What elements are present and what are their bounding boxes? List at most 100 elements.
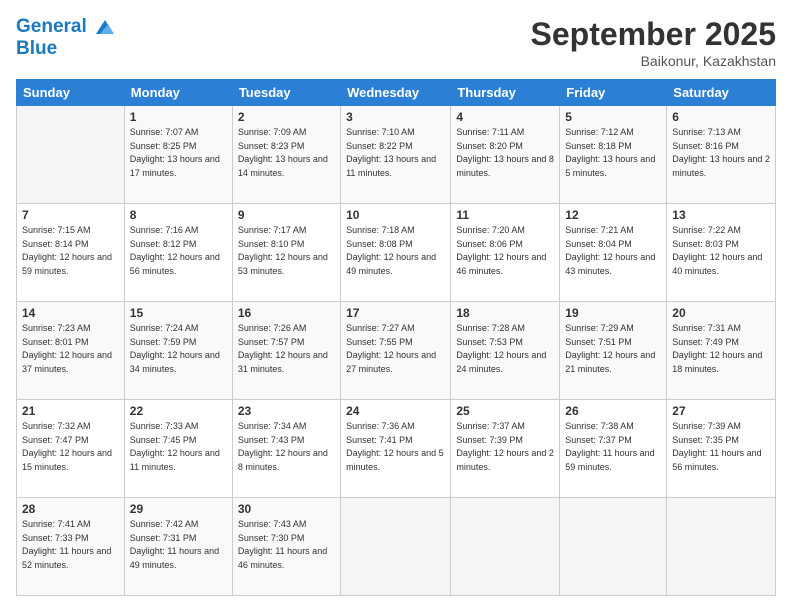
logo-icon (94, 18, 116, 36)
day-info: Sunrise: 7:10 AMSunset: 8:22 PMDaylight:… (346, 126, 445, 180)
table-row: 2 Sunrise: 7:09 AMSunset: 8:23 PMDaylight… (232, 106, 340, 204)
table-row: 4 Sunrise: 7:11 AMSunset: 8:20 PMDaylight… (451, 106, 560, 204)
logo: General Blue (16, 16, 116, 60)
logo-text: General (16, 16, 116, 38)
day-number: 9 (238, 208, 335, 222)
day-info: Sunrise: 7:37 AMSunset: 7:39 PMDaylight:… (456, 420, 554, 474)
table-row: 19Sunrise: 7:29 AMSunset: 7:51 PMDayligh… (560, 302, 667, 400)
table-row: 27 Sunrise: 7:39 AMSunset: 7:35 PMDayligh… (667, 400, 776, 498)
day-number: 30 (238, 502, 335, 516)
day-number: 7 (22, 208, 119, 222)
table-row: 18 Sunrise: 7:28 AMSunset: 7:53 PMDayligh… (451, 302, 560, 400)
table-row: 21Sunrise: 7:32 AMSunset: 7:47 PMDayligh… (17, 400, 125, 498)
table-row: 14 Sunrise: 7:23 AMSunset: 8:01 PMDayligh… (17, 302, 125, 400)
day-number: 25 (456, 404, 554, 418)
table-row: 15 Sunrise: 7:24 AMSunset: 7:59 PMDayligh… (124, 302, 232, 400)
day-info: Sunrise: 7:34 AMSunset: 7:43 PMDaylight:… (238, 420, 335, 474)
logo-line2: Blue (16, 38, 116, 60)
table-row: 12 Sunrise: 7:21 AMSunset: 8:04 PMDayligh… (560, 204, 667, 302)
day-info: Sunrise: 7:36 AMSunset: 7:41 PMDaylight:… (346, 420, 445, 474)
day-number: 27 (672, 404, 770, 418)
calendar-week-row: 1Sunrise: 7:07 AMSunset: 8:25 PMDaylight… (17, 106, 776, 204)
table-row: 1Sunrise: 7:07 AMSunset: 8:25 PMDaylight… (124, 106, 232, 204)
calendar-week-row: 7 Sunrise: 7:15 AMSunset: 8:14 PMDaylight… (17, 204, 776, 302)
table-row: 13 Sunrise: 7:22 AMSunset: 8:03 PMDayligh… (667, 204, 776, 302)
day-info: Sunrise: 7:27 AMSunset: 7:55 PMDaylight:… (346, 322, 445, 376)
day-number: 2 (238, 110, 335, 124)
table-row: 11Sunrise: 7:20 AMSunset: 8:06 PMDayligh… (451, 204, 560, 302)
day-info: Sunrise: 7:21 AMSunset: 8:04 PMDaylight:… (565, 224, 661, 278)
day-info: Sunrise: 7:39 AMSunset: 7:35 PMDaylight:… (672, 420, 770, 474)
table-row: 28 Sunrise: 7:41 AMSunset: 7:33 PMDayligh… (17, 498, 125, 596)
day-info: Sunrise: 7:09 AMSunset: 8:23 PMDaylight:… (238, 126, 335, 180)
day-number: 3 (346, 110, 445, 124)
table-row: 29Sunrise: 7:42 AMSunset: 7:31 PMDayligh… (124, 498, 232, 596)
day-info: Sunrise: 7:11 AMSunset: 8:20 PMDaylight:… (456, 126, 554, 180)
day-number: 16 (238, 306, 335, 320)
col-tuesday: Tuesday (232, 80, 340, 106)
table-row: 10 Sunrise: 7:18 AMSunset: 8:08 PMDayligh… (341, 204, 451, 302)
day-number: 18 (456, 306, 554, 320)
month-title: September 2025 (531, 16, 776, 53)
table-row: 22 Sunrise: 7:33 AMSunset: 7:45 PMDayligh… (124, 400, 232, 498)
day-number: 11 (456, 208, 554, 222)
table-row: 17 Sunrise: 7:27 AMSunset: 7:55 PMDayligh… (341, 302, 451, 400)
day-number: 24 (346, 404, 445, 418)
table-row (667, 498, 776, 596)
col-saturday: Saturday (667, 80, 776, 106)
day-info: Sunrise: 7:38 AMSunset: 7:37 PMDaylight:… (565, 420, 661, 474)
table-row: 8 Sunrise: 7:16 AMSunset: 8:12 PMDaylight… (124, 204, 232, 302)
day-info: Sunrise: 7:41 AMSunset: 7:33 PMDaylight:… (22, 518, 119, 572)
table-row: 23 Sunrise: 7:34 AMSunset: 7:43 PMDayligh… (232, 400, 340, 498)
col-friday: Friday (560, 80, 667, 106)
day-number: 29 (130, 502, 227, 516)
table-row (17, 106, 125, 204)
title-block: September 2025 Baikonur, Kazakhstan (531, 16, 776, 69)
day-info: Sunrise: 7:15 AMSunset: 8:14 PMDaylight:… (22, 224, 119, 278)
table-row (560, 498, 667, 596)
table-row: 16Sunrise: 7:26 AMSunset: 7:57 PMDayligh… (232, 302, 340, 400)
day-info: Sunrise: 7:18 AMSunset: 8:08 PMDaylight:… (346, 224, 445, 278)
day-number: 8 (130, 208, 227, 222)
day-number: 10 (346, 208, 445, 222)
day-number: 17 (346, 306, 445, 320)
calendar-header-row: Sunday Monday Tuesday Wednesday Thursday… (17, 80, 776, 106)
col-monday: Monday (124, 80, 232, 106)
day-info: Sunrise: 7:33 AMSunset: 7:45 PMDaylight:… (130, 420, 227, 474)
table-row: 6Sunrise: 7:13 AMSunset: 8:16 PMDaylight… (667, 106, 776, 204)
day-info: Sunrise: 7:22 AMSunset: 8:03 PMDaylight:… (672, 224, 770, 278)
day-info: Sunrise: 7:32 AMSunset: 7:47 PMDaylight:… (22, 420, 119, 474)
day-number: 26 (565, 404, 661, 418)
day-number: 4 (456, 110, 554, 124)
day-info: Sunrise: 7:31 AMSunset: 7:49 PMDaylight:… (672, 322, 770, 376)
table-row (451, 498, 560, 596)
col-thursday: Thursday (451, 80, 560, 106)
day-number: 12 (565, 208, 661, 222)
calendar: Sunday Monday Tuesday Wednesday Thursday… (16, 79, 776, 596)
col-wednesday: Wednesday (341, 80, 451, 106)
day-number: 14 (22, 306, 119, 320)
day-number: 6 (672, 110, 770, 124)
day-info: Sunrise: 7:28 AMSunset: 7:53 PMDaylight:… (456, 322, 554, 376)
day-info: Sunrise: 7:16 AMSunset: 8:12 PMDaylight:… (130, 224, 227, 278)
table-row: 7 Sunrise: 7:15 AMSunset: 8:14 PMDaylight… (17, 204, 125, 302)
calendar-week-row: 28 Sunrise: 7:41 AMSunset: 7:33 PMDayligh… (17, 498, 776, 596)
calendar-week-row: 21Sunrise: 7:32 AMSunset: 7:47 PMDayligh… (17, 400, 776, 498)
day-number: 20 (672, 306, 770, 320)
table-row: 26 Sunrise: 7:38 AMSunset: 7:37 PMDayligh… (560, 400, 667, 498)
day-number: 28 (22, 502, 119, 516)
day-number: 15 (130, 306, 227, 320)
calendar-week-row: 14 Sunrise: 7:23 AMSunset: 8:01 PMDayligh… (17, 302, 776, 400)
table-row (341, 498, 451, 596)
day-number: 22 (130, 404, 227, 418)
day-number: 23 (238, 404, 335, 418)
table-row: 24 Sunrise: 7:36 AMSunset: 7:41 PMDayligh… (341, 400, 451, 498)
day-info: Sunrise: 7:17 AMSunset: 8:10 PMDaylight:… (238, 224, 335, 278)
day-info: Sunrise: 7:23 AMSunset: 8:01 PMDaylight:… (22, 322, 119, 376)
day-number: 5 (565, 110, 661, 124)
day-info: Sunrise: 7:29 AMSunset: 7:51 PMDaylight:… (565, 322, 661, 376)
table-row: 9 Sunrise: 7:17 AMSunset: 8:10 PMDaylight… (232, 204, 340, 302)
day-number: 13 (672, 208, 770, 222)
day-info: Sunrise: 7:24 AMSunset: 7:59 PMDaylight:… (130, 322, 227, 376)
table-row: 5Sunrise: 7:12 AMSunset: 8:18 PMDaylight… (560, 106, 667, 204)
